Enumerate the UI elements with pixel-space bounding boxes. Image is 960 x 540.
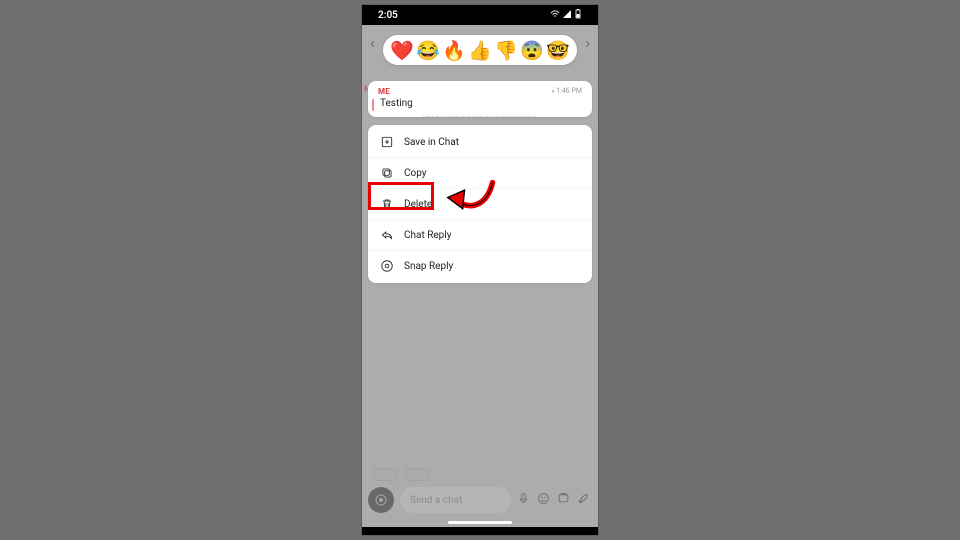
reaction-fire[interactable]: 🔥: [443, 39, 465, 61]
menu-item-snap-reply[interactable]: Snap Reply: [368, 251, 592, 281]
copy-icon: [380, 166, 394, 180]
status-time: 2:05: [378, 10, 398, 21]
menu-item-chat-reply[interactable]: Chat Reply: [368, 220, 592, 251]
menu-item-label: Snap Reply: [404, 261, 453, 272]
status-bar: 2:05: [362, 5, 598, 25]
letterbox-bottom: [362, 527, 598, 535]
reaction-heart[interactable]: ❤️: [391, 39, 413, 61]
signal-icon: [563, 10, 571, 21]
battery-icon: [574, 9, 582, 22]
menu-item-label: Copy: [404, 168, 427, 179]
menu-item-save-in-chat[interactable]: Save in Chat: [368, 127, 592, 158]
reaction-nerd[interactable]: 🤓: [547, 39, 569, 61]
selected-message-card: ME 1:46 PM Testing: [368, 81, 592, 117]
camera-circle-icon: [380, 259, 394, 273]
annotation-arrow: [444, 177, 500, 219]
status-icons: [550, 9, 582, 22]
chat-screen: ‹ › N ❤️ 😂 🔥 👍 👎 😨 🤓 ME 1:46 PM Testing …: [362, 25, 598, 527]
message-time: 1:46 PM: [551, 87, 582, 95]
message-text: Testing: [380, 98, 582, 109]
phone-frame: 2:05 ‹ › N ❤️ 😂 🔥 👍 👎 😨 🤓: [362, 5, 598, 535]
reaction-laugh[interactable]: 😂: [417, 39, 439, 61]
reaction-shock[interactable]: 😨: [521, 39, 543, 61]
reaction-bar: ❤️ 😂 🔥 👍 👎 😨 🤓: [383, 35, 577, 65]
home-indicator[interactable]: [448, 521, 512, 524]
wifi-icon: [550, 10, 560, 21]
save-in-chat-icon: [380, 135, 394, 149]
trash-icon: [380, 197, 394, 211]
reply-icon: [380, 228, 394, 242]
system-divider-text: YOU CHANGED THE GROUP NAME TO TESTING: [368, 116, 592, 122]
reaction-thumbs-up[interactable]: 👍: [469, 39, 491, 61]
reaction-thumbs-down[interactable]: 👎: [495, 39, 517, 61]
menu-item-label: Chat Reply: [404, 230, 451, 241]
menu-item-label: Save in Chat: [404, 137, 459, 148]
menu-item-label: Delete: [404, 199, 432, 210]
